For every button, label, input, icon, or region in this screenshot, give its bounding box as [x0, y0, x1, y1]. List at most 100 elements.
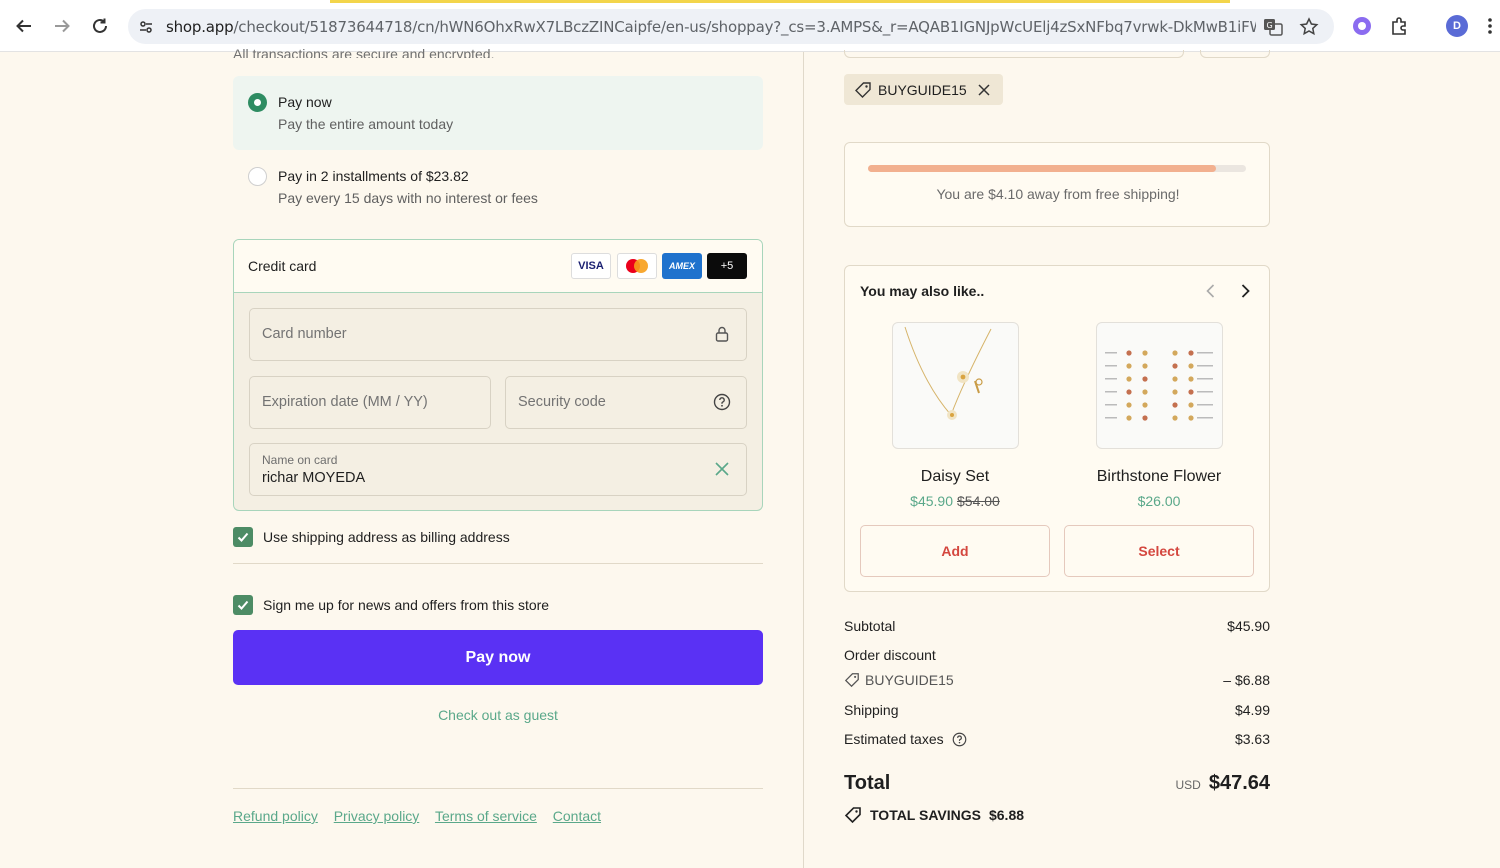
add-daisy-set-button[interactable]: Add: [860, 525, 1050, 577]
terms-of-service-link[interactable]: Terms of service: [435, 808, 537, 824]
earring-dot: [1142, 415, 1148, 421]
discount-code-row: BUYGUIDE15 – $6.88: [844, 672, 1270, 692]
discount-value: – $6.88: [1223, 672, 1270, 688]
tag-icon: [855, 81, 871, 98]
column-divider: [803, 52, 804, 868]
url-path: /checkout/51873644718/cn/hWN6OhxRwX7LBcz…: [233, 18, 1256, 36]
earring-dot: [1126, 402, 1132, 408]
taxes-label: Estimated taxes: [844, 731, 944, 747]
billing-checkbox-label: Use shipping address as billing address: [263, 529, 510, 545]
expiration-date-field[interactable]: Expiration date (MM / YY): [249, 376, 491, 429]
card-number-placeholder: Card number: [262, 326, 347, 342]
card-number-field[interactable]: Card number: [249, 308, 747, 361]
label-line: [1197, 365, 1213, 367]
guest-checkout-label[interactable]: Check out as guest: [438, 707, 558, 723]
help-icon[interactable]: [713, 393, 731, 411]
tag-icon: [844, 807, 861, 824]
daisy-set-price: $45.90 $54.00: [860, 493, 1050, 509]
forward-icon[interactable]: [50, 14, 74, 38]
daisy-set-name[interactable]: Daisy Set: [860, 468, 1050, 486]
more-cards-badge: +5: [707, 253, 747, 279]
billing-checkbox[interactable]: [233, 527, 253, 547]
pay-now-radio[interactable]: [248, 93, 267, 112]
label-line: [1197, 378, 1213, 380]
contact-link[interactable]: Contact: [553, 808, 601, 824]
installments-option[interactable]: Pay in 2 installments of $23.82 Pay ever…: [233, 160, 763, 220]
earring-dot: [1172, 363, 1178, 369]
subtotal-label: Subtotal: [844, 618, 896, 634]
birthstone-flower-name[interactable]: Birthstone Flower: [1064, 468, 1254, 486]
profile-avatar[interactable]: D: [1446, 15, 1468, 37]
label-line: [1197, 391, 1213, 393]
earring-dot: [1142, 350, 1148, 356]
earring-dot: [1172, 350, 1178, 356]
select-birthstone-flower-button[interactable]: Select: [1064, 525, 1254, 577]
address-bar[interactable]: shop.app/checkout/51873644718/cn/hWN6Ohx…: [128, 9, 1334, 44]
subtotal-row: Subtotal $45.90: [844, 618, 1270, 638]
earring-dot: [1172, 415, 1178, 421]
recommendations-title: You may also like..: [860, 283, 985, 299]
label-line: [1197, 352, 1213, 354]
credit-card-label: Credit card: [248, 258, 317, 274]
earring-dot: [1188, 415, 1194, 421]
reload-icon[interactable]: [88, 14, 112, 38]
discount-code-line: BUYGUIDE15: [844, 672, 954, 688]
security-code-placeholder: Security code: [518, 394, 606, 410]
earring-dot: [1172, 402, 1178, 408]
extension-icon[interactable]: [1351, 15, 1373, 37]
birthstone-flower-sale-price: $26.00: [1137, 493, 1181, 509]
mastercard-logo: [617, 253, 657, 279]
credit-card-header[interactable]: Credit card VISA AMEX +5: [234, 240, 762, 293]
chevron-right-icon[interactable]: [1235, 281, 1255, 301]
security-code-field[interactable]: Security code: [505, 376, 747, 429]
remove-discount-icon[interactable]: [977, 83, 991, 97]
footer-divider: [233, 788, 763, 789]
earring-dot: [1126, 363, 1132, 369]
taxes-value: $3.63: [1234, 731, 1270, 747]
apply-button-edge: [1200, 50, 1270, 58]
browser-menu-icon[interactable]: [1485, 15, 1495, 37]
loading-bar: [330, 0, 1230, 3]
free-shipping-progress: [868, 165, 1246, 172]
order-discount-label: Order discount: [844, 647, 936, 663]
privacy-policy-link[interactable]: Privacy policy: [334, 808, 420, 824]
bookmark-star-icon[interactable]: [1298, 16, 1320, 38]
currency-code: USD: [1175, 778, 1201, 792]
help-icon[interactable]: [952, 732, 967, 747]
name-on-card-field[interactable]: Name on card richar MOYEDA: [249, 443, 747, 496]
pay-now-button[interactable]: Pay now: [233, 630, 763, 685]
pay-now-option[interactable]: Pay now Pay the entire amount today: [233, 76, 763, 150]
label-line: [1105, 391, 1117, 393]
secure-notice: All transactions are secure and encrypte…: [233, 46, 495, 58]
guest-checkout-link[interactable]: Check out as guest: [233, 707, 763, 723]
earring-dot: [1188, 402, 1194, 408]
label-line: [1105, 417, 1117, 419]
recommendations-panel: You may also like.. Daisy Set $45.90 $54.…: [844, 265, 1270, 592]
birthstone-flower-image[interactable]: [1096, 322, 1223, 449]
earring-dot: [1142, 363, 1148, 369]
total-savings: TOTAL SAVINGS $6.88: [844, 806, 1024, 824]
refund-policy-link[interactable]: Refund policy: [233, 808, 318, 824]
earring-dot: [1188, 350, 1194, 356]
free-shipping-panel: You are $4.10 away from free shipping!: [844, 142, 1270, 227]
extensions-puzzle-icon[interactable]: [1389, 15, 1411, 37]
credit-card-panel: Credit card VISA AMEX +5 Card number Exp…: [233, 239, 763, 511]
translate-icon[interactable]: G: [1262, 16, 1284, 38]
chevron-left-icon[interactable]: [1201, 281, 1221, 301]
pay-now-subtitle: Pay the entire amount today: [278, 116, 454, 132]
daisy-set-image[interactable]: [892, 322, 1019, 449]
lock-icon: [713, 325, 731, 343]
installments-radio[interactable]: [248, 167, 267, 186]
discount-code-line-text: BUYGUIDE15: [865, 672, 954, 688]
label-line: [1105, 404, 1117, 406]
free-shipping-text: You are $4.10 away from free shipping!: [936, 186, 1180, 202]
site-info-icon[interactable]: [136, 17, 156, 37]
earring-dot: [1126, 389, 1132, 395]
earring-dot: [1142, 376, 1148, 382]
earring-dot: [1188, 363, 1194, 369]
newsletter-checkbox[interactable]: [233, 595, 253, 615]
discount-input-edge: [844, 50, 1184, 58]
footer-links: Refund policy Privacy policy Terms of se…: [233, 808, 613, 824]
earring-dot: [1142, 402, 1148, 408]
back-icon[interactable]: [12, 14, 36, 38]
